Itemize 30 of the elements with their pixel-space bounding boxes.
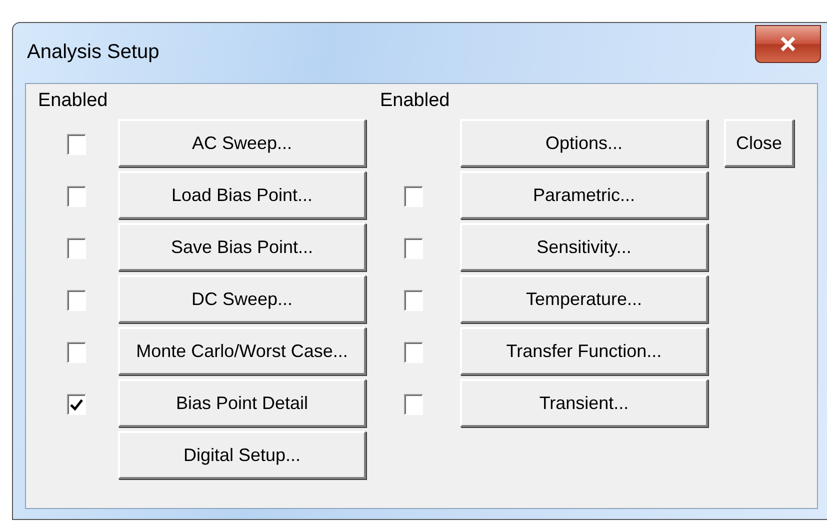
checkbox[interactable] <box>404 290 422 311</box>
checkbox[interactable] <box>66 290 86 311</box>
checkbox[interactable] <box>66 134 86 155</box>
analysis-button[interactable]: DC Sweep... <box>118 275 366 323</box>
analysis-button[interactable]: Transient... <box>460 379 708 427</box>
column-header: Enabled <box>37 90 109 112</box>
close-icon[interactable] <box>755 25 821 63</box>
close-button[interactable]: Close <box>724 119 794 167</box>
analysis-button[interactable]: Transfer Function... <box>460 327 708 375</box>
checkbox[interactable] <box>66 238 86 259</box>
checkbox[interactable] <box>404 342 422 363</box>
analysis-button[interactable]: Parametric... <box>460 171 708 219</box>
checkbox[interactable] <box>404 238 422 259</box>
check-icon <box>70 398 82 410</box>
checkbox[interactable] <box>404 394 422 415</box>
analysis-button[interactable]: Save Bias Point... <box>118 223 366 271</box>
analysis-button[interactable]: Options... <box>460 119 708 167</box>
column-header: Enabled <box>379 90 451 112</box>
checkbox[interactable] <box>66 186 86 207</box>
window-title: Analysis Setup <box>27 41 160 64</box>
analysis-button[interactable]: Sensitivity... <box>460 223 708 271</box>
analysis-button[interactable]: Monte Carlo/Worst Case... <box>118 327 366 375</box>
analysis-button[interactable]: Load Bias Point... <box>118 171 366 219</box>
checkbox[interactable] <box>66 342 86 363</box>
analysis-button[interactable]: Bias Point Detail <box>118 379 366 427</box>
checkbox[interactable] <box>404 186 422 207</box>
analysis-button[interactable]: AC Sweep... <box>118 119 366 167</box>
analysis-button[interactable]: Temperature... <box>460 275 708 323</box>
checkbox[interactable] <box>66 394 86 415</box>
analysis-button[interactable]: Digital Setup... <box>118 431 366 479</box>
